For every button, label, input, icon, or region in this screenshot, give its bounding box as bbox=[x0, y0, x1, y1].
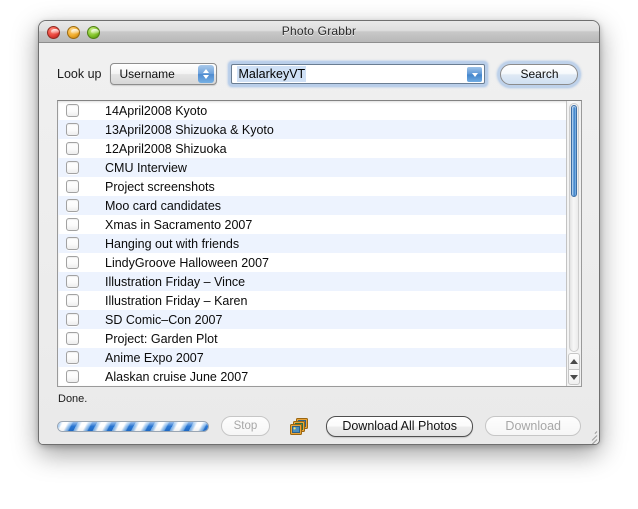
scrollbar-thumb[interactable] bbox=[571, 105, 577, 197]
list-item-checkbox[interactable] bbox=[66, 294, 79, 307]
search-input-focusring: MalarkeyVT bbox=[229, 62, 488, 86]
list-item[interactable]: Xmas in Sacramento 2007 bbox=[58, 215, 566, 234]
list-item[interactable]: Project screenshots bbox=[58, 177, 566, 196]
list-item-label: Moo card candidates bbox=[105, 198, 222, 213]
list-item[interactable]: Anime Expo 2007 bbox=[58, 348, 566, 367]
photoset-list-rows[interactable]: 14April2008 Kyoto 13April2008 Shizuoka & … bbox=[58, 101, 566, 386]
list-item-checkbox[interactable] bbox=[66, 218, 79, 231]
list-item[interactable]: 12April2008 Shizuoka bbox=[58, 139, 566, 158]
list-item-checkbox[interactable] bbox=[66, 237, 79, 250]
stop-button[interactable]: Stop bbox=[221, 416, 270, 436]
chevron-down-icon bbox=[471, 72, 478, 77]
list-item-checkbox[interactable] bbox=[66, 351, 79, 364]
window-titlebar[interactable]: Photo Grabbr bbox=[39, 21, 599, 43]
list-item-checkbox[interactable] bbox=[66, 123, 79, 136]
page-background: Photo Grabbr Look up Username MalarkeyVT bbox=[0, 0, 638, 509]
lookup-label: Look up bbox=[57, 67, 102, 81]
list-item[interactable]: SD Comic–Con 2007 bbox=[58, 310, 566, 329]
window-title: Photo Grabbr bbox=[281, 24, 357, 38]
list-item-label: Illustration Friday – Karen bbox=[105, 293, 248, 308]
list-item-label: Hanging out with friends bbox=[105, 236, 240, 251]
list-item-checkbox[interactable] bbox=[66, 104, 79, 117]
list-item[interactable]: Project: Garden Plot bbox=[58, 329, 566, 348]
updown-arrows-icon bbox=[198, 65, 215, 83]
list-item-label: Project screenshots bbox=[105, 179, 215, 194]
list-item-label: 12April2008 Shizuoka bbox=[105, 141, 227, 156]
list-item-label: Project: Garden Plot bbox=[105, 331, 218, 346]
scroll-down-button[interactable] bbox=[568, 369, 580, 385]
chevron-up-icon bbox=[203, 69, 210, 73]
list-item-checkbox[interactable] bbox=[66, 256, 79, 269]
list-item-checkbox[interactable] bbox=[66, 275, 79, 288]
download-all-photos-button[interactable]: Download All Photos bbox=[325, 415, 474, 437]
search-input[interactable]: MalarkeyVT bbox=[231, 64, 486, 84]
scrollbar-arrows bbox=[568, 353, 580, 385]
list-item[interactable]: Alaskan cruise June 2007 bbox=[58, 367, 566, 386]
list-item-label: Illustration Friday – Vince bbox=[105, 274, 246, 289]
list-item-checkbox[interactable] bbox=[66, 161, 79, 174]
scroll-up-button[interactable] bbox=[568, 353, 580, 369]
list-item[interactable]: 13April2008 Shizuoka & Kyoto bbox=[58, 120, 566, 139]
list-item-label: 13April2008 Shizuoka & Kyoto bbox=[105, 122, 274, 137]
list-item-checkbox[interactable] bbox=[66, 313, 79, 326]
lookup-type-value: Username bbox=[119, 67, 175, 81]
triangle-down-icon bbox=[570, 374, 578, 380]
list-item[interactable]: Moo card candidates bbox=[58, 196, 566, 215]
list-item[interactable]: 14April2008 Kyoto bbox=[58, 101, 566, 120]
list-item-label: LindyGroove Halloween 2007 bbox=[105, 255, 269, 270]
bottom-toolbar: Stop Download All Photos Download bbox=[57, 414, 581, 438]
triangle-up-icon bbox=[570, 359, 578, 364]
chevron-down-icon bbox=[203, 75, 210, 79]
list-item[interactable]: Illustration Friday – Vince bbox=[58, 272, 566, 291]
resize-grip[interactable] bbox=[583, 429, 598, 444]
window-body: Look up Username MalarkeyVT Search 14Apr… bbox=[39, 43, 599, 444]
list-item-checkbox[interactable] bbox=[66, 370, 79, 383]
scrollbar-track[interactable] bbox=[569, 103, 579, 352]
vertical-scrollbar[interactable] bbox=[566, 101, 581, 386]
search-history-dropdown-button[interactable] bbox=[467, 67, 483, 82]
list-item[interactable]: Hanging out with friends bbox=[58, 234, 566, 253]
status-message: Done. bbox=[58, 393, 88, 405]
list-item-label: SD Comic–Con 2007 bbox=[105, 312, 223, 327]
list-item-checkbox[interactable] bbox=[66, 199, 79, 212]
list-item-label: Alaskan cruise June 2007 bbox=[105, 369, 249, 384]
photoset-list: 14April2008 Kyoto 13April2008 Shizuoka & … bbox=[57, 100, 582, 387]
list-item-label: CMU Interview bbox=[105, 160, 187, 175]
list-item-checkbox[interactable] bbox=[66, 332, 79, 345]
search-toolbar: Look up Username MalarkeyVT Search bbox=[39, 61, 599, 87]
list-item[interactable]: CMU Interview bbox=[58, 158, 566, 177]
list-item-label: Xmas in Sacramento 2007 bbox=[105, 217, 253, 232]
progress-bar bbox=[57, 420, 210, 432]
list-item[interactable]: Illustration Friday – Karen bbox=[58, 291, 566, 310]
list-item-label: 14April2008 Kyoto bbox=[105, 103, 208, 118]
application-window: Photo Grabbr Look up Username MalarkeyVT bbox=[38, 20, 600, 445]
lookup-type-select[interactable]: Username bbox=[110, 63, 218, 85]
download-button[interactable]: Download bbox=[485, 416, 581, 436]
stacked-photos-icon bbox=[289, 417, 308, 435]
search-input-value: MalarkeyVT bbox=[237, 66, 307, 82]
search-button-focusring: Search bbox=[498, 61, 581, 87]
list-item-label: Anime Expo 2007 bbox=[105, 350, 204, 365]
search-button[interactable]: Search bbox=[500, 63, 579, 85]
list-item-checkbox[interactable] bbox=[66, 142, 79, 155]
list-item-checkbox[interactable] bbox=[66, 180, 79, 193]
progress-bar-gloss bbox=[58, 421, 209, 431]
list-item[interactable]: LindyGroove Halloween 2007 bbox=[58, 253, 566, 272]
